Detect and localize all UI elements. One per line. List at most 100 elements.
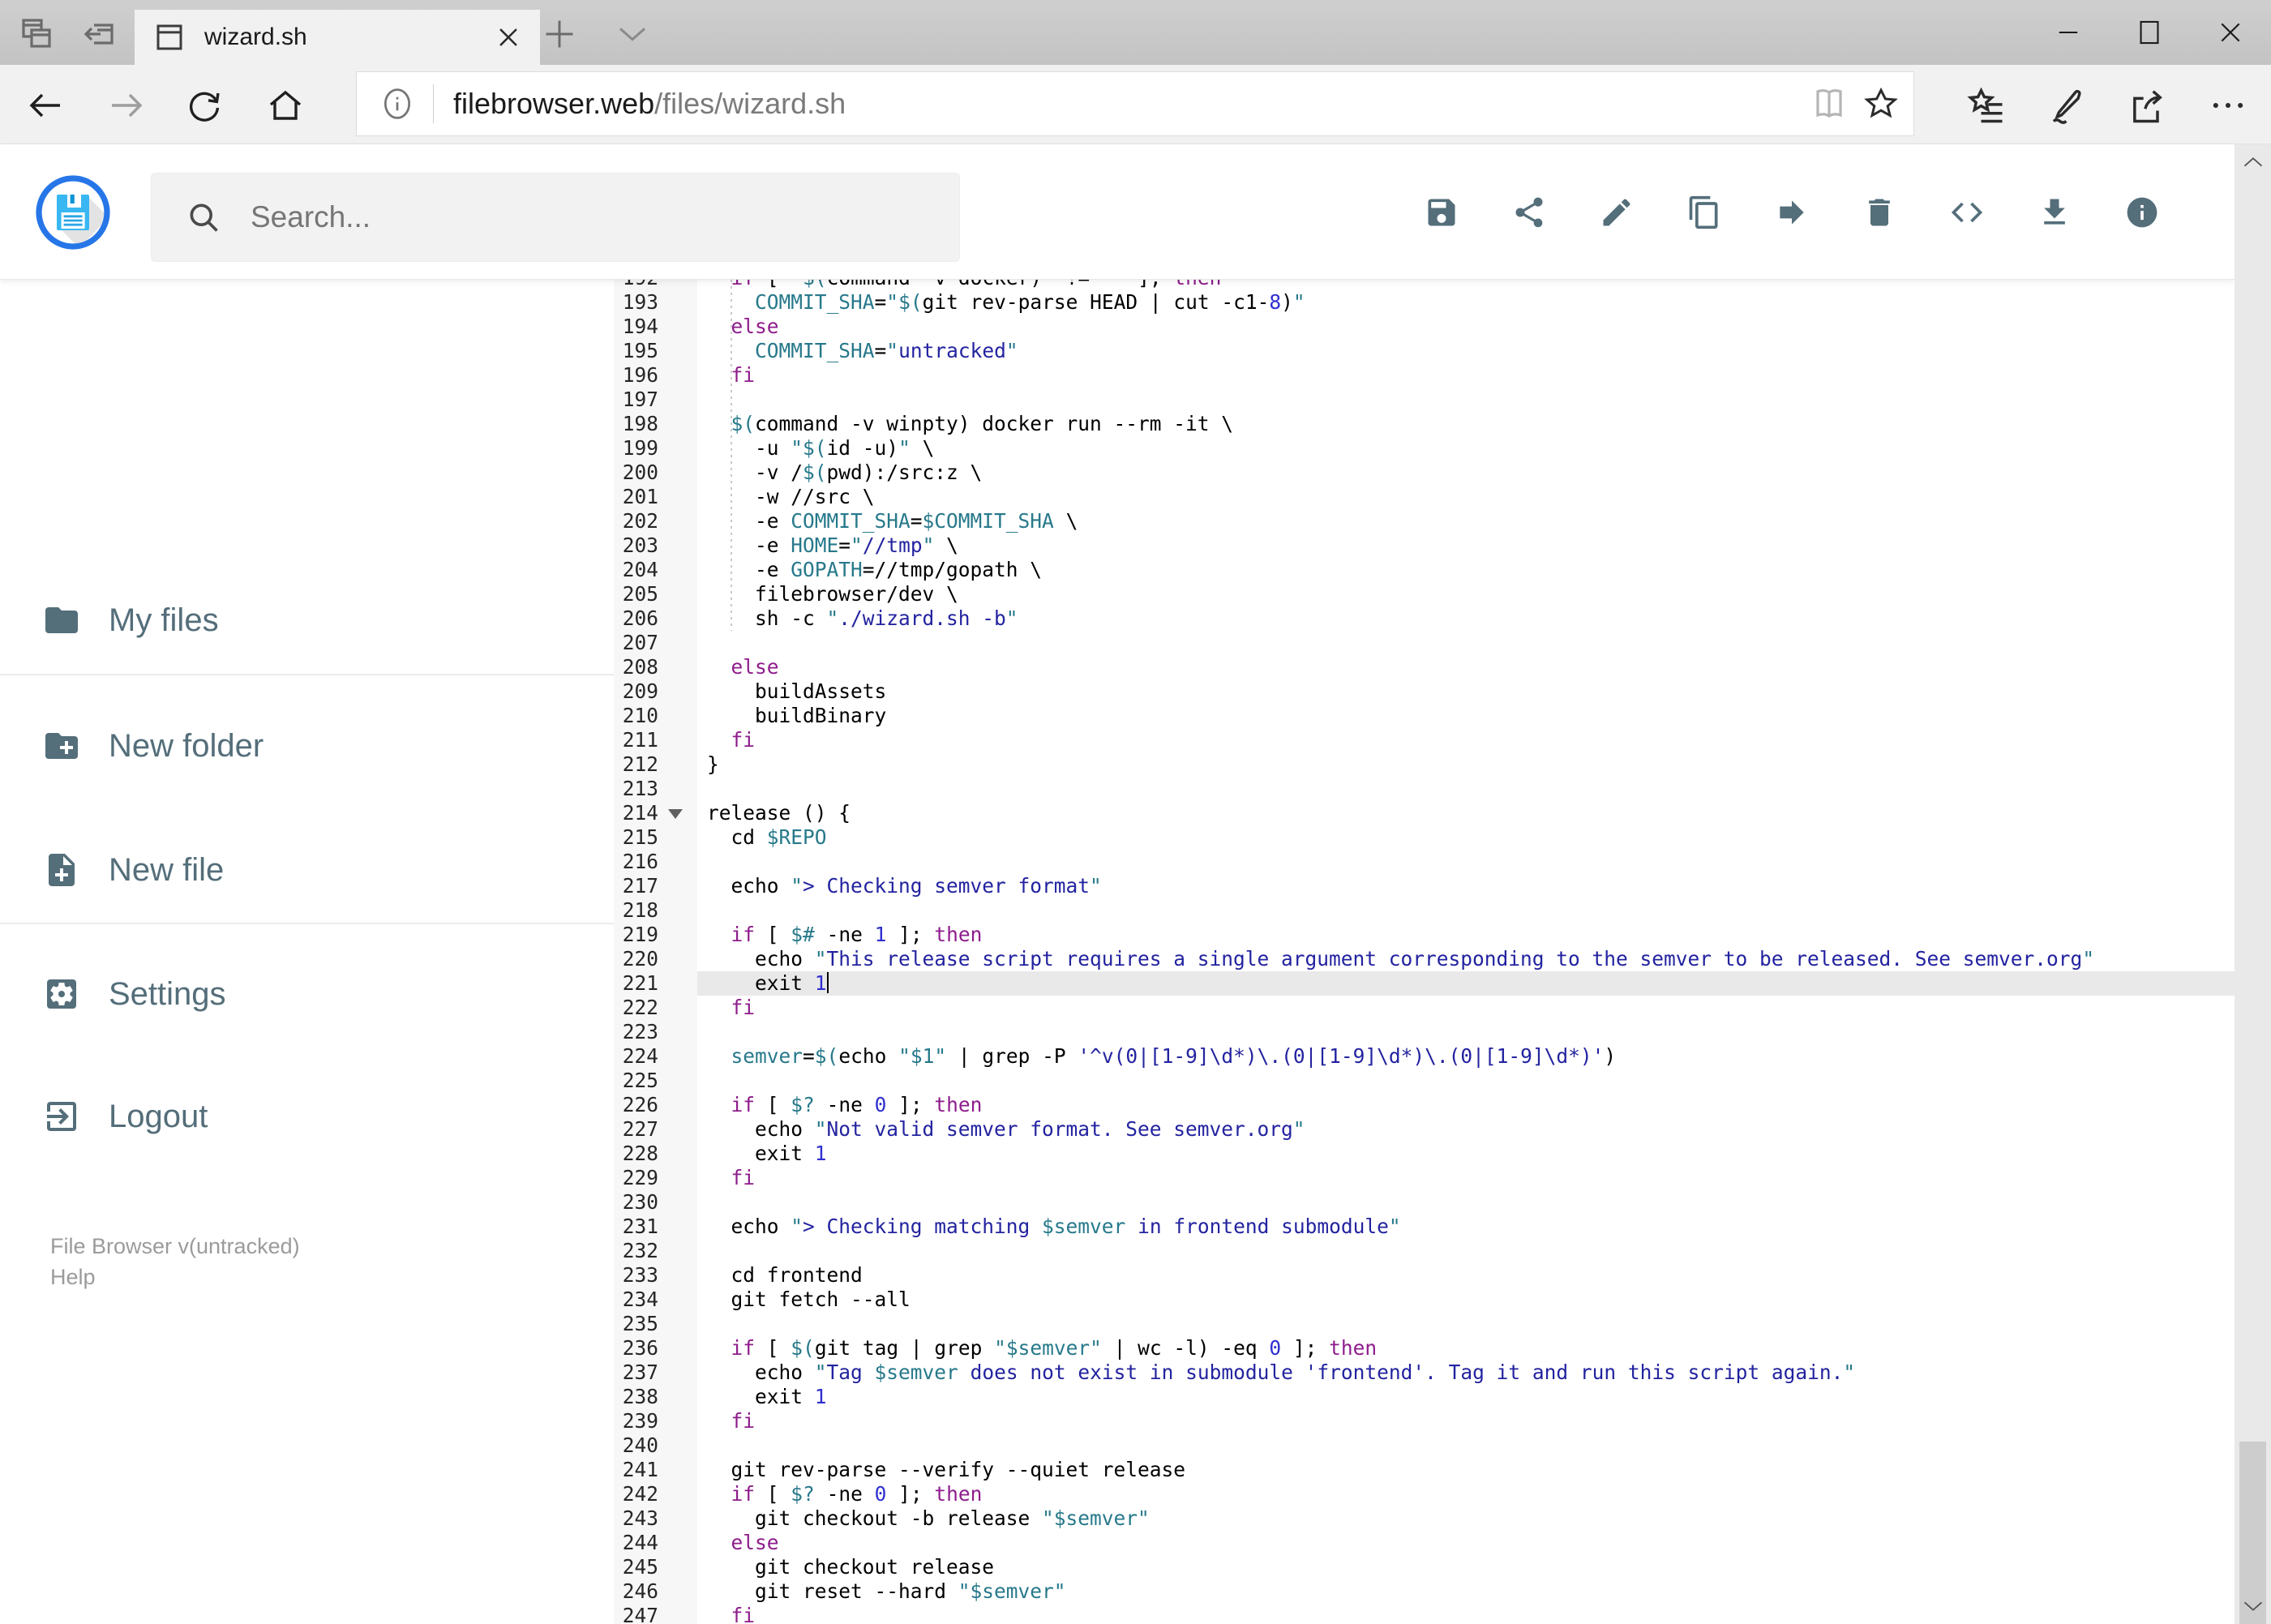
code-line-214[interactable]: 214 release () {: [614, 801, 2235, 825]
code-line-202[interactable]: 202 -e COMMIT_SHA=$COMMIT_SHA \: [614, 509, 2235, 533]
scroll-down-icon[interactable]: [2235, 1592, 2271, 1621]
forward-button[interactable]: [107, 86, 146, 125]
save-button[interactable]: [1424, 195, 1459, 230]
code-line-209[interactable]: 209 buildAssets: [614, 679, 2235, 704]
move-button[interactable]: [1774, 195, 1810, 230]
url-text[interactable]: filebrowser.web/files/wizard.sh: [453, 87, 1810, 121]
code-line-212[interactable]: 212}: [614, 752, 2235, 777]
sidebar-item-settings[interactable]: Settings: [0, 966, 614, 1022]
code-line-218[interactable]: 218: [614, 898, 2235, 923]
code-line-216[interactable]: 216: [614, 850, 2235, 874]
annotate-pen-button[interactable]: [2045, 84, 2087, 126]
code-line-247[interactable]: 247 fi: [614, 1604, 2235, 1624]
code-line-205[interactable]: 205 filebrowser/dev \: [614, 582, 2235, 606]
page-info-icon[interactable]: [379, 86, 415, 122]
code-line-229[interactable]: 229 fi: [614, 1166, 2235, 1190]
help-link[interactable]: Help: [50, 1262, 96, 1292]
code-line-231[interactable]: 231 echo "> Checking matching $semver in…: [614, 1215, 2235, 1239]
back-button[interactable]: [26, 86, 65, 125]
code-line-210[interactable]: 210 buildBinary: [614, 704, 2235, 728]
address-bar[interactable]: filebrowser.web/files/wizard.sh: [357, 72, 1913, 135]
code-line-207[interactable]: 207: [614, 631, 2235, 655]
code-line-220[interactable]: 220 echo "This release script requires a…: [614, 947, 2235, 971]
info-button[interactable]: [2124, 195, 2160, 230]
tab-menu-button[interactable]: [616, 23, 649, 45]
sidebar-item-my-files[interactable]: My files: [0, 592, 614, 649]
code-line-213[interactable]: 213: [614, 777, 2235, 801]
code-line-198[interactable]: 198 $(command -v winpty) docker run --rm…: [614, 412, 2235, 436]
code-line-194[interactable]: 194 else: [614, 315, 2235, 339]
minimize-button[interactable]: [2028, 0, 2109, 65]
code-line-192[interactable]: 192 if [ "$(command -v docker)" != "" ];…: [614, 280, 2235, 290]
code-line-200[interactable]: 200 -v /$(pwd):/src:z \: [614, 461, 2235, 485]
code-line-196[interactable]: 196 fi: [614, 363, 2235, 388]
code-line-203[interactable]: 203 -e HOME="//tmp" \: [614, 533, 2235, 558]
fold-arrow-icon[interactable]: [668, 809, 683, 819]
code-line-232[interactable]: 232: [614, 1239, 2235, 1263]
refresh-button[interactable]: [185, 86, 224, 125]
code-line-233[interactable]: 233 cd frontend: [614, 1263, 2235, 1288]
code-line-206[interactable]: 206 sh -c "./wizard.sh -b": [614, 606, 2235, 631]
favorite-star-icon[interactable]: [1862, 84, 1900, 123]
code-line-215[interactable]: 215 cd $REPO: [614, 825, 2235, 850]
code-line-197[interactable]: 197: [614, 388, 2235, 412]
code-line-224[interactable]: 224 semver=$(echo "$1" | grep -P '^v(0|[…: [614, 1044, 2235, 1069]
code-line-241[interactable]: 241 git rev-parse --verify --quiet relea…: [614, 1458, 2235, 1482]
code-line-237[interactable]: 237 echo "Tag $semver does not exist in …: [614, 1360, 2235, 1385]
code-line-245[interactable]: 245 git checkout release: [614, 1555, 2235, 1579]
code-line-211[interactable]: 211 fi: [614, 728, 2235, 752]
rename-button[interactable]: [1599, 195, 1635, 230]
download-button[interactable]: [2037, 195, 2072, 230]
code-line-244[interactable]: 244 else: [614, 1531, 2235, 1555]
code-line-246[interactable]: 246 git reset --hard "$semver": [614, 1579, 2235, 1604]
hub-favorites-button[interactable]: [1965, 84, 2007, 126]
code-line-226[interactable]: 226 if [ $? -ne 0 ]; then: [614, 1093, 2235, 1117]
code-line-225[interactable]: 225: [614, 1069, 2235, 1093]
copy-button[interactable]: [1686, 195, 1722, 230]
code-line-239[interactable]: 239 fi: [614, 1409, 2235, 1433]
code-line-199[interactable]: 199 -u "$(id -u)" \: [614, 436, 2235, 461]
code-line-227[interactable]: 227 echo "Not valid semver format. See s…: [614, 1117, 2235, 1142]
share-page-button[interactable]: [2126, 84, 2168, 126]
delete-button[interactable]: [1862, 195, 1897, 230]
source-code-button[interactable]: [1949, 195, 1985, 230]
scroll-up-icon[interactable]: [2235, 148, 2271, 177]
code-line-240[interactable]: 240: [614, 1433, 2235, 1458]
code-line-243[interactable]: 243 git checkout -b release "$semver": [614, 1506, 2235, 1531]
code-line-228[interactable]: 228 exit 1: [614, 1142, 2235, 1166]
browser-tab[interactable]: wizard.sh: [135, 10, 540, 65]
code-line-222[interactable]: 222 fi: [614, 996, 2235, 1020]
code-line-242[interactable]: 242 if [ $? -ne 0 ]; then: [614, 1482, 2235, 1506]
code-line-223[interactable]: 223: [614, 1020, 2235, 1044]
sidebar-item-new-folder[interactable]: New folder: [0, 718, 614, 774]
code-line-234[interactable]: 234 git fetch --all: [614, 1288, 2235, 1312]
maximize-button[interactable]: [2109, 0, 2190, 65]
tab-preview-button[interactable]: [18, 15, 57, 50]
code-editor[interactable]: 192 if [ "$(command -v docker)" != "" ];…: [614, 280, 2235, 1624]
code-line-217[interactable]: 217 echo "> Checking semver format": [614, 874, 2235, 898]
filebrowser-logo[interactable]: [34, 174, 112, 251]
page-scrollbar[interactable]: [2235, 144, 2271, 1624]
code-line-195[interactable]: 195 COMMIT_SHA="untracked": [614, 339, 2235, 363]
close-window-button[interactable]: [2190, 0, 2271, 65]
code-line-238[interactable]: 238 exit 1: [614, 1385, 2235, 1409]
share-button[interactable]: [1511, 195, 1547, 230]
code-line-230[interactable]: 230: [614, 1190, 2235, 1215]
code-line-204[interactable]: 204 -e GOPATH=//tmp/gopath \: [614, 558, 2235, 582]
home-button[interactable]: [266, 86, 305, 125]
code-line-221[interactable]: 221 exit 1: [614, 971, 2235, 996]
code-line-236[interactable]: 236 if [ $(git tag | grep "$semver" | wc…: [614, 1336, 2235, 1360]
sidebar-item-logout[interactable]: Logout: [0, 1088, 614, 1145]
tab-close-icon[interactable]: [495, 24, 522, 51]
more-options-button[interactable]: [2207, 84, 2249, 126]
sidebar-item-new-file[interactable]: New file: [0, 842, 614, 898]
code-line-193[interactable]: 193 COMMIT_SHA="$(git rev-parse HEAD | c…: [614, 290, 2235, 315]
new-tab-button[interactable]: [542, 16, 577, 52]
search-input[interactable]: Search...: [151, 173, 960, 262]
set-tabs-aside-button[interactable]: [79, 15, 118, 50]
code-line-208[interactable]: 208 else: [614, 655, 2235, 679]
code-line-219[interactable]: 219 if [ $# -ne 1 ]; then: [614, 923, 2235, 947]
code-line-201[interactable]: 201 -w //src \: [614, 485, 2235, 509]
reading-view-icon[interactable]: [1810, 84, 1849, 123]
code-line-235[interactable]: 235: [614, 1312, 2235, 1336]
